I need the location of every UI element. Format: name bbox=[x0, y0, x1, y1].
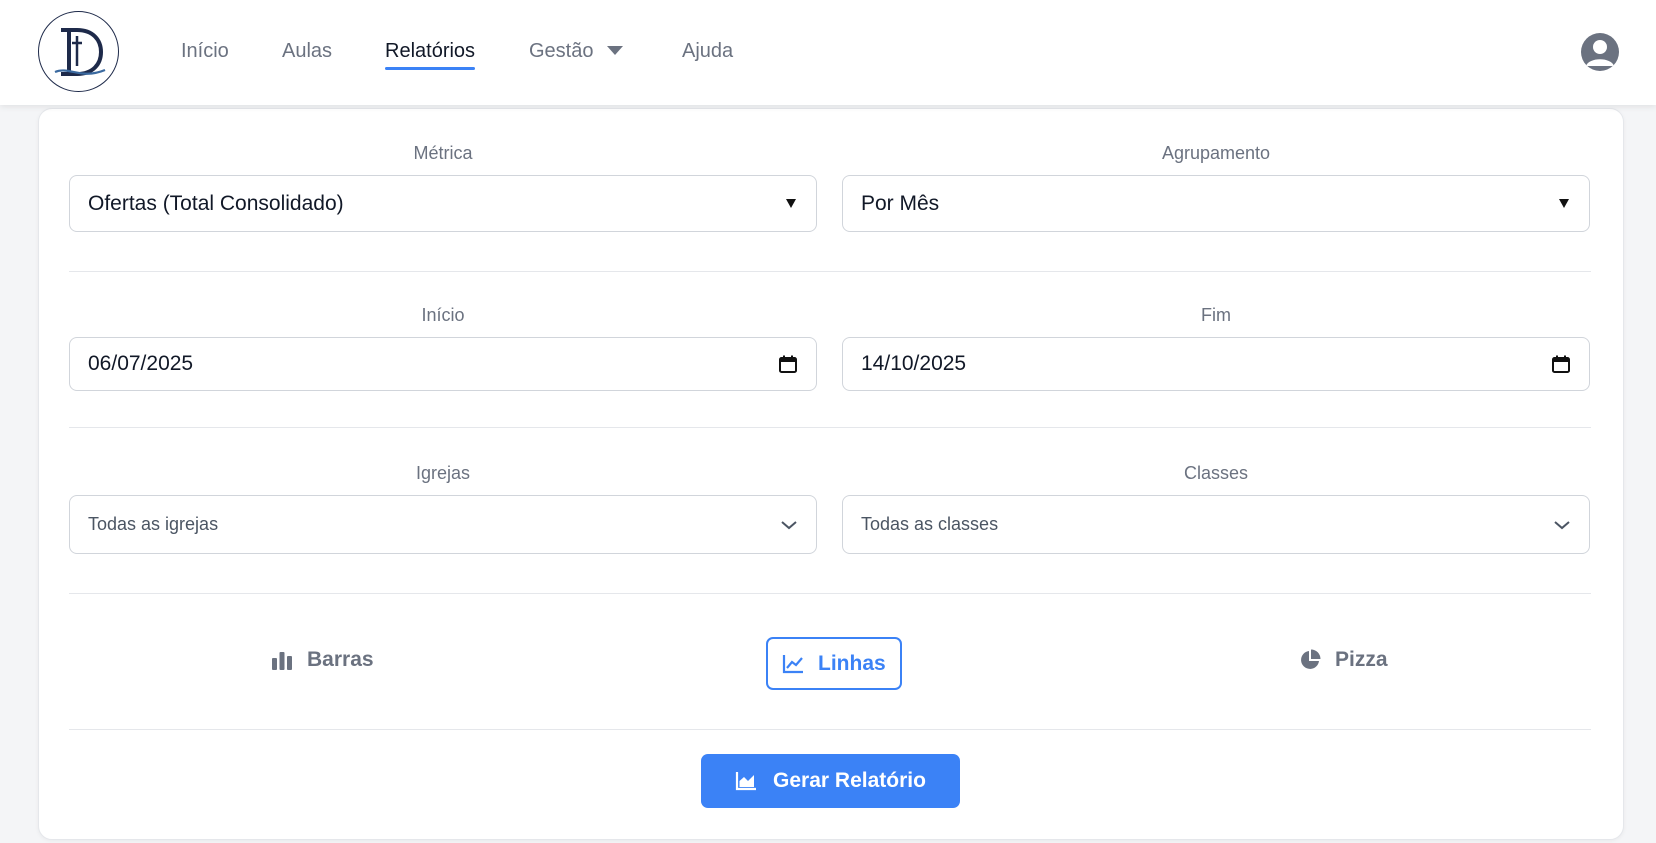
user-icon bbox=[1586, 40, 1614, 66]
nav-item-ajuda[interactable]: Ajuda bbox=[682, 38, 733, 64]
classes-select-value: Todas as classes bbox=[861, 514, 999, 534]
chart-type-pie-label: Pizza bbox=[1335, 648, 1388, 671]
section-divider bbox=[69, 593, 1591, 594]
section-divider bbox=[69, 729, 1591, 730]
caret-down-icon bbox=[607, 45, 624, 55]
app-logo[interactable] bbox=[38, 11, 119, 92]
calendar-icon[interactable] bbox=[778, 354, 798, 374]
metric-label: Métrica bbox=[413, 143, 473, 163]
churches-label: Igrejas bbox=[415, 463, 471, 483]
area-chart-icon bbox=[735, 772, 757, 791]
metric-select[interactable]: Ofertas (Total Consolidado) bbox=[69, 175, 817, 232]
churches-select-value: Todas as igrejas bbox=[88, 514, 219, 534]
grouping-select[interactable]: Por Mês bbox=[842, 175, 1590, 232]
nav-item-relatorios[interactable]: Relatórios bbox=[385, 38, 476, 70]
dropdown-arrow-icon bbox=[786, 199, 796, 208]
bar-chart-icon bbox=[272, 652, 292, 670]
calendar-icon[interactable] bbox=[1551, 354, 1571, 374]
pie-chart-icon bbox=[1301, 649, 1321, 669]
logo-monogram-icon bbox=[54, 27, 105, 76]
chart-type-lines[interactable]: Linhas bbox=[766, 637, 902, 690]
chart-type-bars-label: Barras bbox=[307, 648, 374, 671]
nav-item-inicio[interactable]: Início bbox=[181, 38, 229, 64]
end-date-value: 14/10/2025 bbox=[861, 352, 967, 375]
top-navbar: Início Aulas Relatórios Gestão Ajuda bbox=[0, 0, 1656, 105]
chevron-down-icon bbox=[1554, 520, 1570, 529]
churches-select[interactable]: Todas as igrejas bbox=[69, 495, 817, 554]
generate-report-button[interactable]: Gerar Relatório bbox=[701, 754, 960, 808]
chart-type-pie[interactable]: Pizza bbox=[1299, 648, 1388, 672]
grouping-label: Agrupamento bbox=[1161, 143, 1271, 163]
dropdown-arrow-icon bbox=[1559, 199, 1569, 208]
classes-label: Classes bbox=[1183, 463, 1249, 483]
chart-type-bars[interactable]: Barras bbox=[271, 648, 374, 672]
chevron-down-icon bbox=[781, 520, 797, 529]
start-date-label: Início bbox=[421, 305, 465, 325]
nav-item-gestao[interactable]: Gestão bbox=[529, 38, 624, 64]
end-date-input[interactable]: 14/10/2025 bbox=[842, 337, 1590, 391]
start-date-value: 06/07/2025 bbox=[88, 352, 194, 375]
grouping-select-value: Por Mês bbox=[861, 191, 940, 215]
classes-select[interactable]: Todas as classes bbox=[842, 495, 1590, 554]
report-filters-card: Métrica Ofertas (Total Consolidado) Agru… bbox=[38, 108, 1624, 840]
section-divider bbox=[69, 271, 1591, 272]
user-avatar[interactable] bbox=[1581, 33, 1619, 71]
chart-type-lines-label: Linhas bbox=[818, 651, 886, 675]
end-date-label: Fim bbox=[1201, 305, 1231, 325]
nav-item-aulas[interactable]: Aulas bbox=[282, 38, 332, 64]
start-date-input[interactable]: 06/07/2025 bbox=[69, 337, 817, 391]
metric-select-value: Ofertas (Total Consolidado) bbox=[88, 191, 344, 215]
line-chart-icon bbox=[782, 654, 803, 673]
nav-item-gestao-label: Gestão bbox=[529, 40, 594, 62]
generate-report-label: Gerar Relatório bbox=[773, 769, 926, 792]
section-divider bbox=[69, 427, 1591, 428]
